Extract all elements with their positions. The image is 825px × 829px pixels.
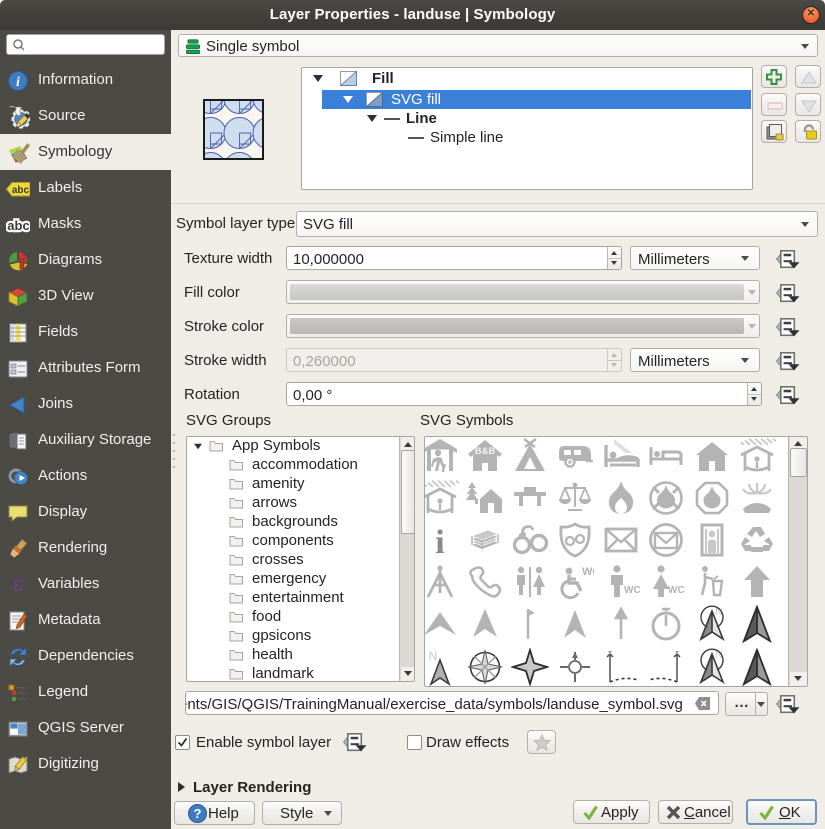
- svg-text:WC: WC: [624, 585, 640, 596]
- svg-text:N: N: [429, 649, 438, 663]
- svg-text:?: ?: [194, 806, 202, 821]
- svg-text:WC: WC: [668, 585, 685, 596]
- svg-text:i: i: [16, 75, 20, 90]
- svg-text:i: i: [435, 524, 444, 559]
- svg-text:Ɛ: Ɛ: [13, 576, 24, 595]
- svg-text:B&B: B&B: [475, 446, 496, 457]
- svg-text:abc: abc: [7, 218, 29, 233]
- svg-text:abc: abc: [12, 185, 30, 196]
- svg-text:WC: WC: [582, 566, 594, 578]
